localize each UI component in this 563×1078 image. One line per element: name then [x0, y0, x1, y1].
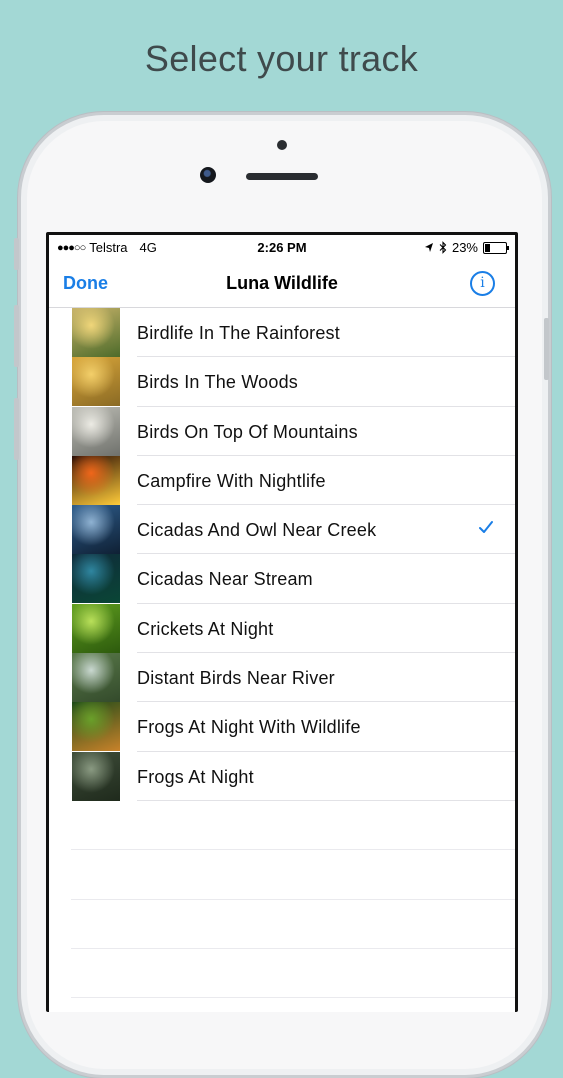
volume-down-button	[14, 398, 19, 460]
battery-percent: 23%	[451, 240, 478, 255]
phone-screen: ●●●○○ Telstra 4G 2:26 PM 23% Done Luna W…	[46, 232, 518, 1012]
track-label: Birds On Top Of Mountains	[137, 421, 358, 442]
location-arrow-icon	[424, 243, 433, 252]
nav-title: Luna Wildlife	[226, 273, 338, 293]
battery-icon	[483, 241, 509, 254]
battery-level-fill	[485, 243, 491, 252]
track-thumbnail	[72, 505, 120, 555]
track-thumbnail	[72, 603, 120, 653]
track-label: Birdlife In The Rainforest	[137, 323, 340, 343]
track-label: Frogs At Night With Wildlife	[137, 717, 361, 738]
track-row[interactable]: Cicadas Near Stream	[49, 554, 515, 605]
track-thumbnail	[72, 751, 120, 801]
empty-list-area	[49, 801, 515, 999]
track-thumbnail	[72, 308, 120, 357]
track-label: Frogs At Night	[137, 766, 254, 787]
info-icon[interactable]: i	[470, 271, 495, 296]
track-thumbnail	[72, 357, 120, 407]
empty-row	[49, 900, 515, 950]
track-label: Birds In The Woods	[137, 372, 299, 393]
checkmark-icon	[479, 521, 493, 534]
track-label: Distant Birds Near River	[137, 668, 335, 689]
volume-up-button	[14, 305, 19, 367]
earpiece	[246, 173, 318, 180]
headline: Select your track	[144, 38, 419, 79]
track-row[interactable]: Birdlife In The Rainforest	[49, 308, 515, 358]
empty-row	[49, 949, 515, 999]
track-label: Cicadas And Owl Near Creek	[137, 520, 377, 541]
app-display: ●●●○○ Telstra 4G 2:26 PM 23% Done Luna W…	[49, 235, 515, 1012]
track-thumbnail	[72, 653, 120, 703]
track-row[interactable]: Crickets At Night	[49, 603, 515, 654]
proximity-sensor	[277, 140, 287, 150]
track-row[interactable]: Birds In The Woods	[49, 357, 515, 407]
status-bar: ●●●○○ Telstra 4G 2:26 PM 23%	[49, 235, 515, 259]
track-row[interactable]: Frogs At Night With Wildlife	[49, 702, 515, 752]
bluetooth-icon	[439, 241, 447, 254]
track-row[interactable]: Frogs At Night	[49, 751, 515, 802]
track-thumbnail	[72, 406, 120, 456]
navigation-bar: Done Luna Wildlife i	[49, 259, 515, 308]
front-camera-icon	[200, 167, 216, 183]
power-button	[544, 318, 549, 380]
empty-row	[49, 801, 515, 851]
track-row[interactable]: Cicadas And Owl Near Creek	[49, 505, 515, 555]
track-thumbnail	[72, 554, 120, 604]
track-row[interactable]: Campfire With Nightlife	[49, 455, 515, 506]
track-label: Campfire With Nightlife	[137, 470, 326, 491]
empty-row	[49, 850, 515, 900]
track-list: Birdlife In The Rainforest Birds In The W…	[49, 308, 515, 802]
track-row[interactable]: Birds On Top Of Mountains	[49, 406, 515, 457]
track-thumbnail	[72, 702, 120, 752]
status-right: 23%	[424, 240, 509, 255]
track-label: Crickets At Night	[137, 618, 274, 639]
track-thumbnail	[72, 455, 120, 505]
track-row[interactable]: Distant Birds Near River	[49, 653, 515, 703]
track-label: Cicadas Near Stream	[137, 569, 313, 590]
mute-switch	[14, 238, 19, 270]
